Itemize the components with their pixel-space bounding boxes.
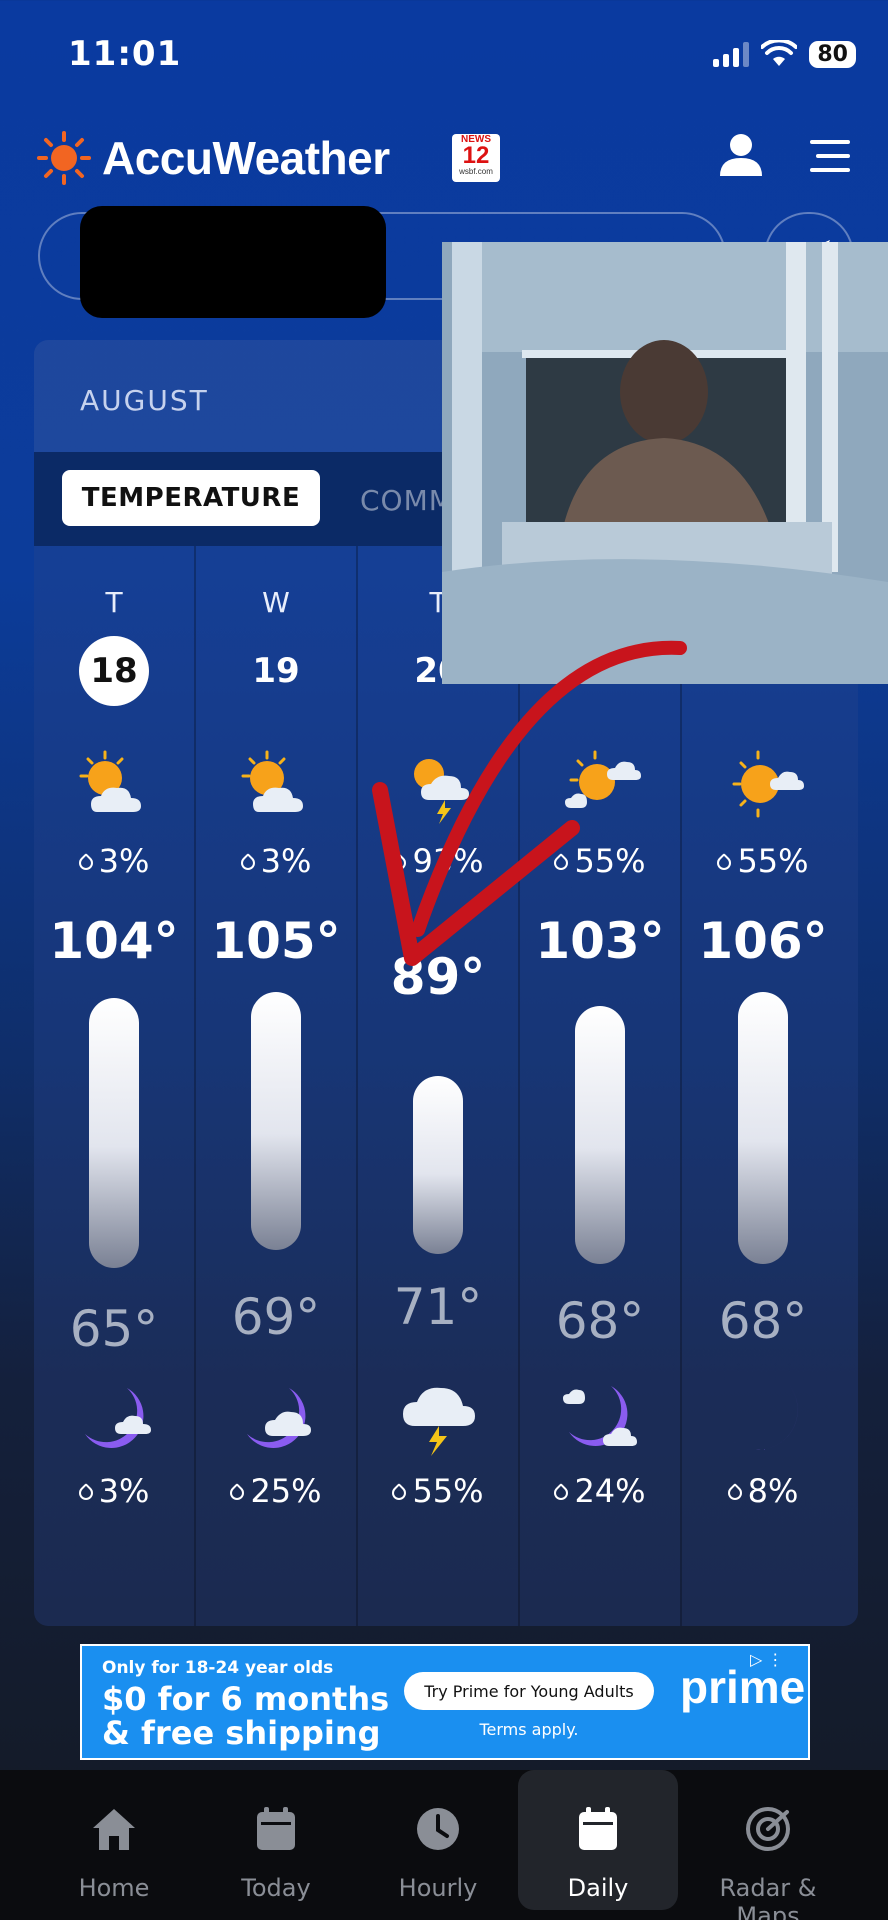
nav-label: Radar & Maps [719,1874,817,1920]
ad-choices-icon[interactable]: ▷ ⋮ [750,1650,783,1669]
nav-radar-maps[interactable]: Radar & Maps [688,1770,848,1920]
nav-label: Today [241,1874,311,1902]
clock-icon [417,1808,459,1850]
calendar-icon [579,1807,617,1850]
ad-terms: Terms apply. [479,1720,579,1739]
prime-logo: prime [680,1661,806,1713]
home-icon [93,1809,135,1850]
ad-headline: $0 for 6 months & free shipping [102,1680,390,1752]
nav-today[interactable]: Today [196,1770,356,1910]
ad-cta-button[interactable]: Try Prime for Young Adults [404,1672,654,1710]
nav-label: Home [78,1874,150,1902]
radar-icon [746,1807,790,1851]
nav-label: Daily [567,1874,629,1902]
nav-home[interactable]: Home [34,1770,194,1910]
nav-label: Hourly [398,1874,478,1902]
bottom-nav: Home Today Hourly Daily Radar & Maps [0,1770,888,1920]
red-arrow-annotation [372,640,687,966]
ad-banner[interactable]: Only for 18-24 year olds $0 for 6 months… [80,1644,810,1760]
nav-daily[interactable]: Daily [518,1770,678,1910]
nav-hourly[interactable]: Hourly [358,1770,518,1910]
calendar-icon [257,1807,295,1850]
ad-eligibility: Only for 18-24 year olds [102,1658,334,1678]
